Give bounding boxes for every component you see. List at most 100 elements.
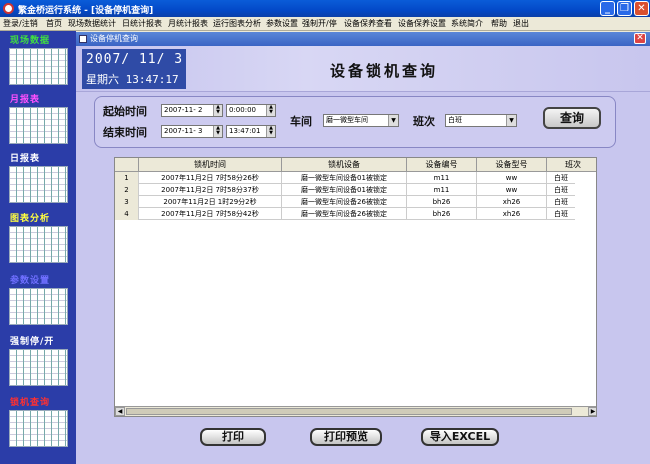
sidebar-item-label: 图表分析 [10,214,51,224]
workshop-value: 磨一微型车间 [326,116,368,124]
menu-maintenance-view[interactable]: 设备保养查看 [344,18,392,29]
chevron-down-icon[interactable]: ▼ [388,115,398,126]
menu-chart-analysis[interactable]: 运行图表分析 [213,18,261,29]
menu-field-stats[interactable]: 现场数据统计 [68,18,116,29]
menu-force[interactable]: 强制开/停 [302,18,337,29]
column-header-device[interactable]: 锁机设备 [282,158,407,172]
sidebar-item-field-data[interactable]: 现场数据 [4,35,72,85]
horizontal-scrollbar[interactable]: ◀ ▶ [115,406,596,416]
row-number: 4 [115,208,139,220]
child-titlebar: 设备停机查询 ✕ [76,32,650,46]
workshop-select[interactable]: 磨一微型车间 ▼ [323,114,399,127]
device-no-cell: m11 [407,184,477,196]
menu-maintenance-settings[interactable]: 设备保养设置 [398,18,446,29]
sidebar-item-label: 锁机查询 [10,398,51,408]
sidebar-item-chart-analysis[interactable]: 图表分析 [4,213,72,263]
scrollbar-thumb[interactable] [126,408,572,415]
table-row[interactable]: 2 2007年11月2日 7时58分37秒 磨一微型车间设备01被锁定 m11 … [115,184,575,196]
lock-time-cell: 2007年11月2日 7时58分37秒 [139,184,282,196]
lock-query-thumbnail [9,410,68,447]
shift-value: 白班 [448,116,462,124]
menu-home[interactable]: 首页 [46,18,62,29]
device-no-cell: bh26 [407,208,477,220]
shift-cell: 白班 [554,198,568,206]
table-row[interactable]: 4 2007年11月2日 7时58分42秒 磨一微型车间设备26被锁定 bh26… [115,208,575,220]
shift-cell: 白班 [554,174,568,182]
menu-params[interactable]: 参数设置 [266,18,298,29]
filter-panel: 起始时间 结束时间 2007-11- 2 ▲ ▼ 0:00:00 ▲ ▼ 2007-… [94,96,616,148]
shift-cell: 白班 [554,210,568,218]
scroll-right-icon[interactable]: ▶ [588,407,596,416]
workshop-label: 车间 [290,115,312,128]
sidebar-item-params[interactable]: 参数设置 [4,275,72,325]
column-header-model[interactable]: 设备型号 [477,158,547,172]
minimize-icon[interactable]: _ [600,1,615,16]
clock-date: 2007/ 11/ 3 [86,52,184,67]
window-titlebar: 繁金桥运行系统 - [设备停机查询] _ ❐ ✕ [0,0,650,17]
column-header-lock-time[interactable]: 锁机时间 [139,158,282,172]
params-thumbnail [9,288,68,325]
model-cell: ww [477,172,547,184]
spin-icon[interactable]: ▲ ▼ [266,126,275,137]
menu-daily-report[interactable]: 日统计报表 [122,18,162,29]
sidebar-item-label: 月报表 [10,95,41,105]
menu-exit[interactable]: 退出 [513,18,529,29]
row-number: 3 [115,196,139,208]
field-data-thumbnail [9,48,68,85]
start-date-value: 2007-11- 2 [164,106,203,114]
end-date-picker[interactable]: 2007-11- 3 ▲ ▼ [161,125,223,138]
shift-label: 班次 [413,115,435,128]
window-icon [79,35,87,43]
row-number: 2 [115,184,139,196]
sidebar-item-monthly-report[interactable]: 月报表 [4,94,72,144]
child-title: 设备停机查询 [90,34,138,43]
table-row[interactable]: 1 2007年11月2日 7时58分26秒 磨一微型车间设备01被锁定 m11 … [115,172,575,184]
device-cell: 磨一微型车间设备26被锁定 [282,208,407,220]
query-button[interactable]: 查询 [543,107,601,129]
shift-select[interactable]: 白班 ▼ [445,114,517,127]
row-number: 1 [115,172,139,184]
print-preview-button[interactable]: 打印预览 [310,428,382,446]
spin-icon[interactable]: ▲ ▼ [213,126,222,137]
start-time-value: 0:00:00 [229,106,256,114]
spin-icon[interactable]: ▲ ▼ [266,105,275,116]
chevron-down-icon[interactable]: ▼ [506,115,516,126]
sidebar-item-force[interactable]: 强制停/开 [4,336,72,386]
device-cell: 磨一微型车间设备01被锁定 [282,172,407,184]
results-table[interactable]: 锁机时间 锁机设备 设备编号 设备型号 班次 1 2007年11月2日 7时58… [114,157,597,417]
menu-bar: 登录/注销 首页 现场数据统计 日统计报表 月统计报表 运行图表分析 参数设置 … [0,17,650,31]
menu-monthly-report[interactable]: 月统计报表 [168,18,208,29]
end-time-label: 结束时间 [103,126,147,139]
column-header-device-no[interactable]: 设备编号 [407,158,477,172]
monthly-report-thumbnail [9,107,68,144]
device-cell: 磨一微型车间设备01被锁定 [282,184,407,196]
scroll-left-icon[interactable]: ◀ [115,407,125,416]
print-button[interactable]: 打印 [200,428,266,446]
device-cell: 磨一微型车间设备26被锁定 [282,196,407,208]
force-thumbnail [9,349,68,386]
close-icon[interactable]: ✕ [634,1,649,16]
end-time-input[interactable]: 13:47:01 ▲ ▼ [226,125,276,138]
menu-help[interactable]: 帮助 [491,18,507,29]
sidebar-item-label: 强制停/开 [10,337,55,347]
device-no-cell: m11 [407,172,477,184]
close-icon[interactable]: ✕ [634,33,646,44]
spin-icon[interactable]: ▲ ▼ [213,105,222,116]
lock-time-cell: 2007年11月2日 7时58分26秒 [139,172,282,184]
start-time-input[interactable]: 0:00:00 ▲ ▼ [226,104,276,117]
child-window: 设备停机查询 ✕ 2007/ 11/ 3 星期六 13:47:17 设备锁机查询… [76,32,650,464]
sidebar-item-label: 日报表 [10,154,41,164]
restore-icon[interactable]: ❐ [617,1,632,16]
sidebar-item-daily-report[interactable]: 日报表 [4,153,72,203]
banner: 2007/ 11/ 3 星期六 13:47:17 设备锁机查询 [76,46,650,92]
menu-login[interactable]: 登录/注销 [3,18,38,29]
sidebar-item-lock-query[interactable]: 锁机查询 [4,397,72,447]
device-no-cell: bh26 [407,196,477,208]
column-header-shift[interactable]: 班次 [547,158,596,172]
chart-analysis-thumbnail [9,226,68,263]
table-row[interactable]: 3 2007年11月2日 1时29分2秒 磨一微型车间设备26被锁定 bh26 … [115,196,575,208]
start-date-picker[interactable]: 2007-11- 2 ▲ ▼ [161,104,223,117]
window-title: 繁金桥运行系统 - [设备停机查询] [18,6,154,16]
menu-about[interactable]: 系统简介 [451,18,483,29]
export-excel-button[interactable]: 导入EXCEL [421,428,499,446]
